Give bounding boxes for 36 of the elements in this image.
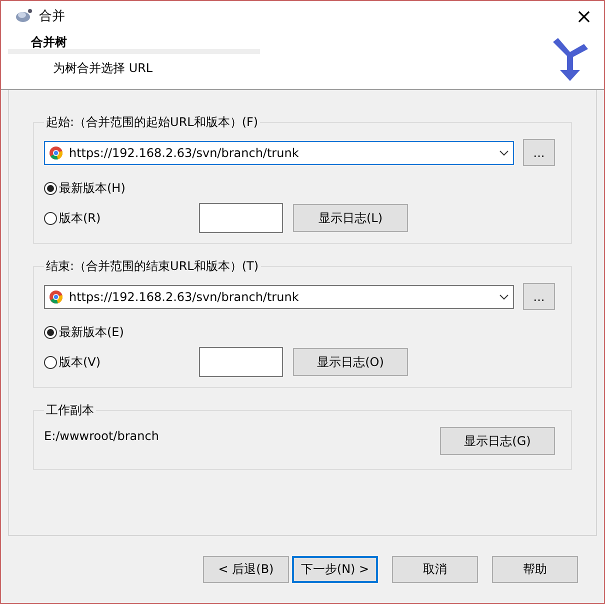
- radio-icon[interactable]: [44, 212, 57, 224]
- wizard-button[interactable]: 帮助: [492, 556, 578, 583]
- wizard-button[interactable]: 取消: [392, 556, 478, 583]
- wizard-button[interactable]: 下一步(N) >: [292, 556, 378, 583]
- radio-icon[interactable]: [44, 326, 57, 339]
- browse-button[interactable]: ...: [523, 139, 555, 166]
- revision-input[interactable]: [199, 203, 283, 233]
- browser-icon: [49, 290, 63, 304]
- dropdown-icon[interactable]: [499, 150, 509, 156]
- radio-button[interactable]: 最新版本(E): [44, 324, 124, 341]
- show-log-button[interactable]: 显示日志(O): [293, 348, 408, 376]
- url-text: https://192.168.2.63/svn/branch/trunk: [69, 146, 300, 160]
- radio-button[interactable]: 最新版本(H): [44, 180, 126, 197]
- url-text: https://192.168.2.63/svn/branch/trunk: [69, 290, 300, 304]
- url-combo-box[interactable]: https://192.168.2.63/svn/branch/trunk: [44, 284, 514, 308]
- show-log-button[interactable]: 显示日志(L): [293, 204, 408, 232]
- wizard-button[interactable]: < 后退(B): [203, 556, 289, 583]
- radio-button[interactable]: 版本(R): [44, 210, 101, 226]
- browser-icon: [49, 146, 63, 160]
- browse-button[interactable]: ...: [523, 283, 555, 310]
- radio-button[interactable]: 版本(V): [44, 354, 101, 370]
- path-text: E:/wwwroot/branch: [44, 429, 159, 443]
- revision-input[interactable]: [199, 347, 283, 377]
- window-title: 合并: [39, 8, 66, 25]
- group-label: 结束:（合并范围的结束URL和版本）(T): [45, 258, 260, 275]
- page-subtitle: 为树合并选择 URL: [53, 60, 154, 77]
- group-label: 工作副本: [45, 402, 95, 419]
- group-label: 起始:（合并范围的起始URL和版本）(F): [45, 114, 260, 131]
- app-icon: [15, 8, 33, 24]
- close-button[interactable]: ×: [564, 4, 604, 28]
- show-log-button[interactable]: 显示日志(G): [440, 427, 555, 455]
- page-title: 合并树: [31, 35, 68, 49]
- dropdown-icon[interactable]: [499, 294, 509, 300]
- radio-icon[interactable]: [44, 356, 57, 368]
- radio-icon[interactable]: [44, 182, 57, 195]
- url-combo-box[interactable]: https://192.168.2.63/svn/branch/trunk: [44, 140, 514, 164]
